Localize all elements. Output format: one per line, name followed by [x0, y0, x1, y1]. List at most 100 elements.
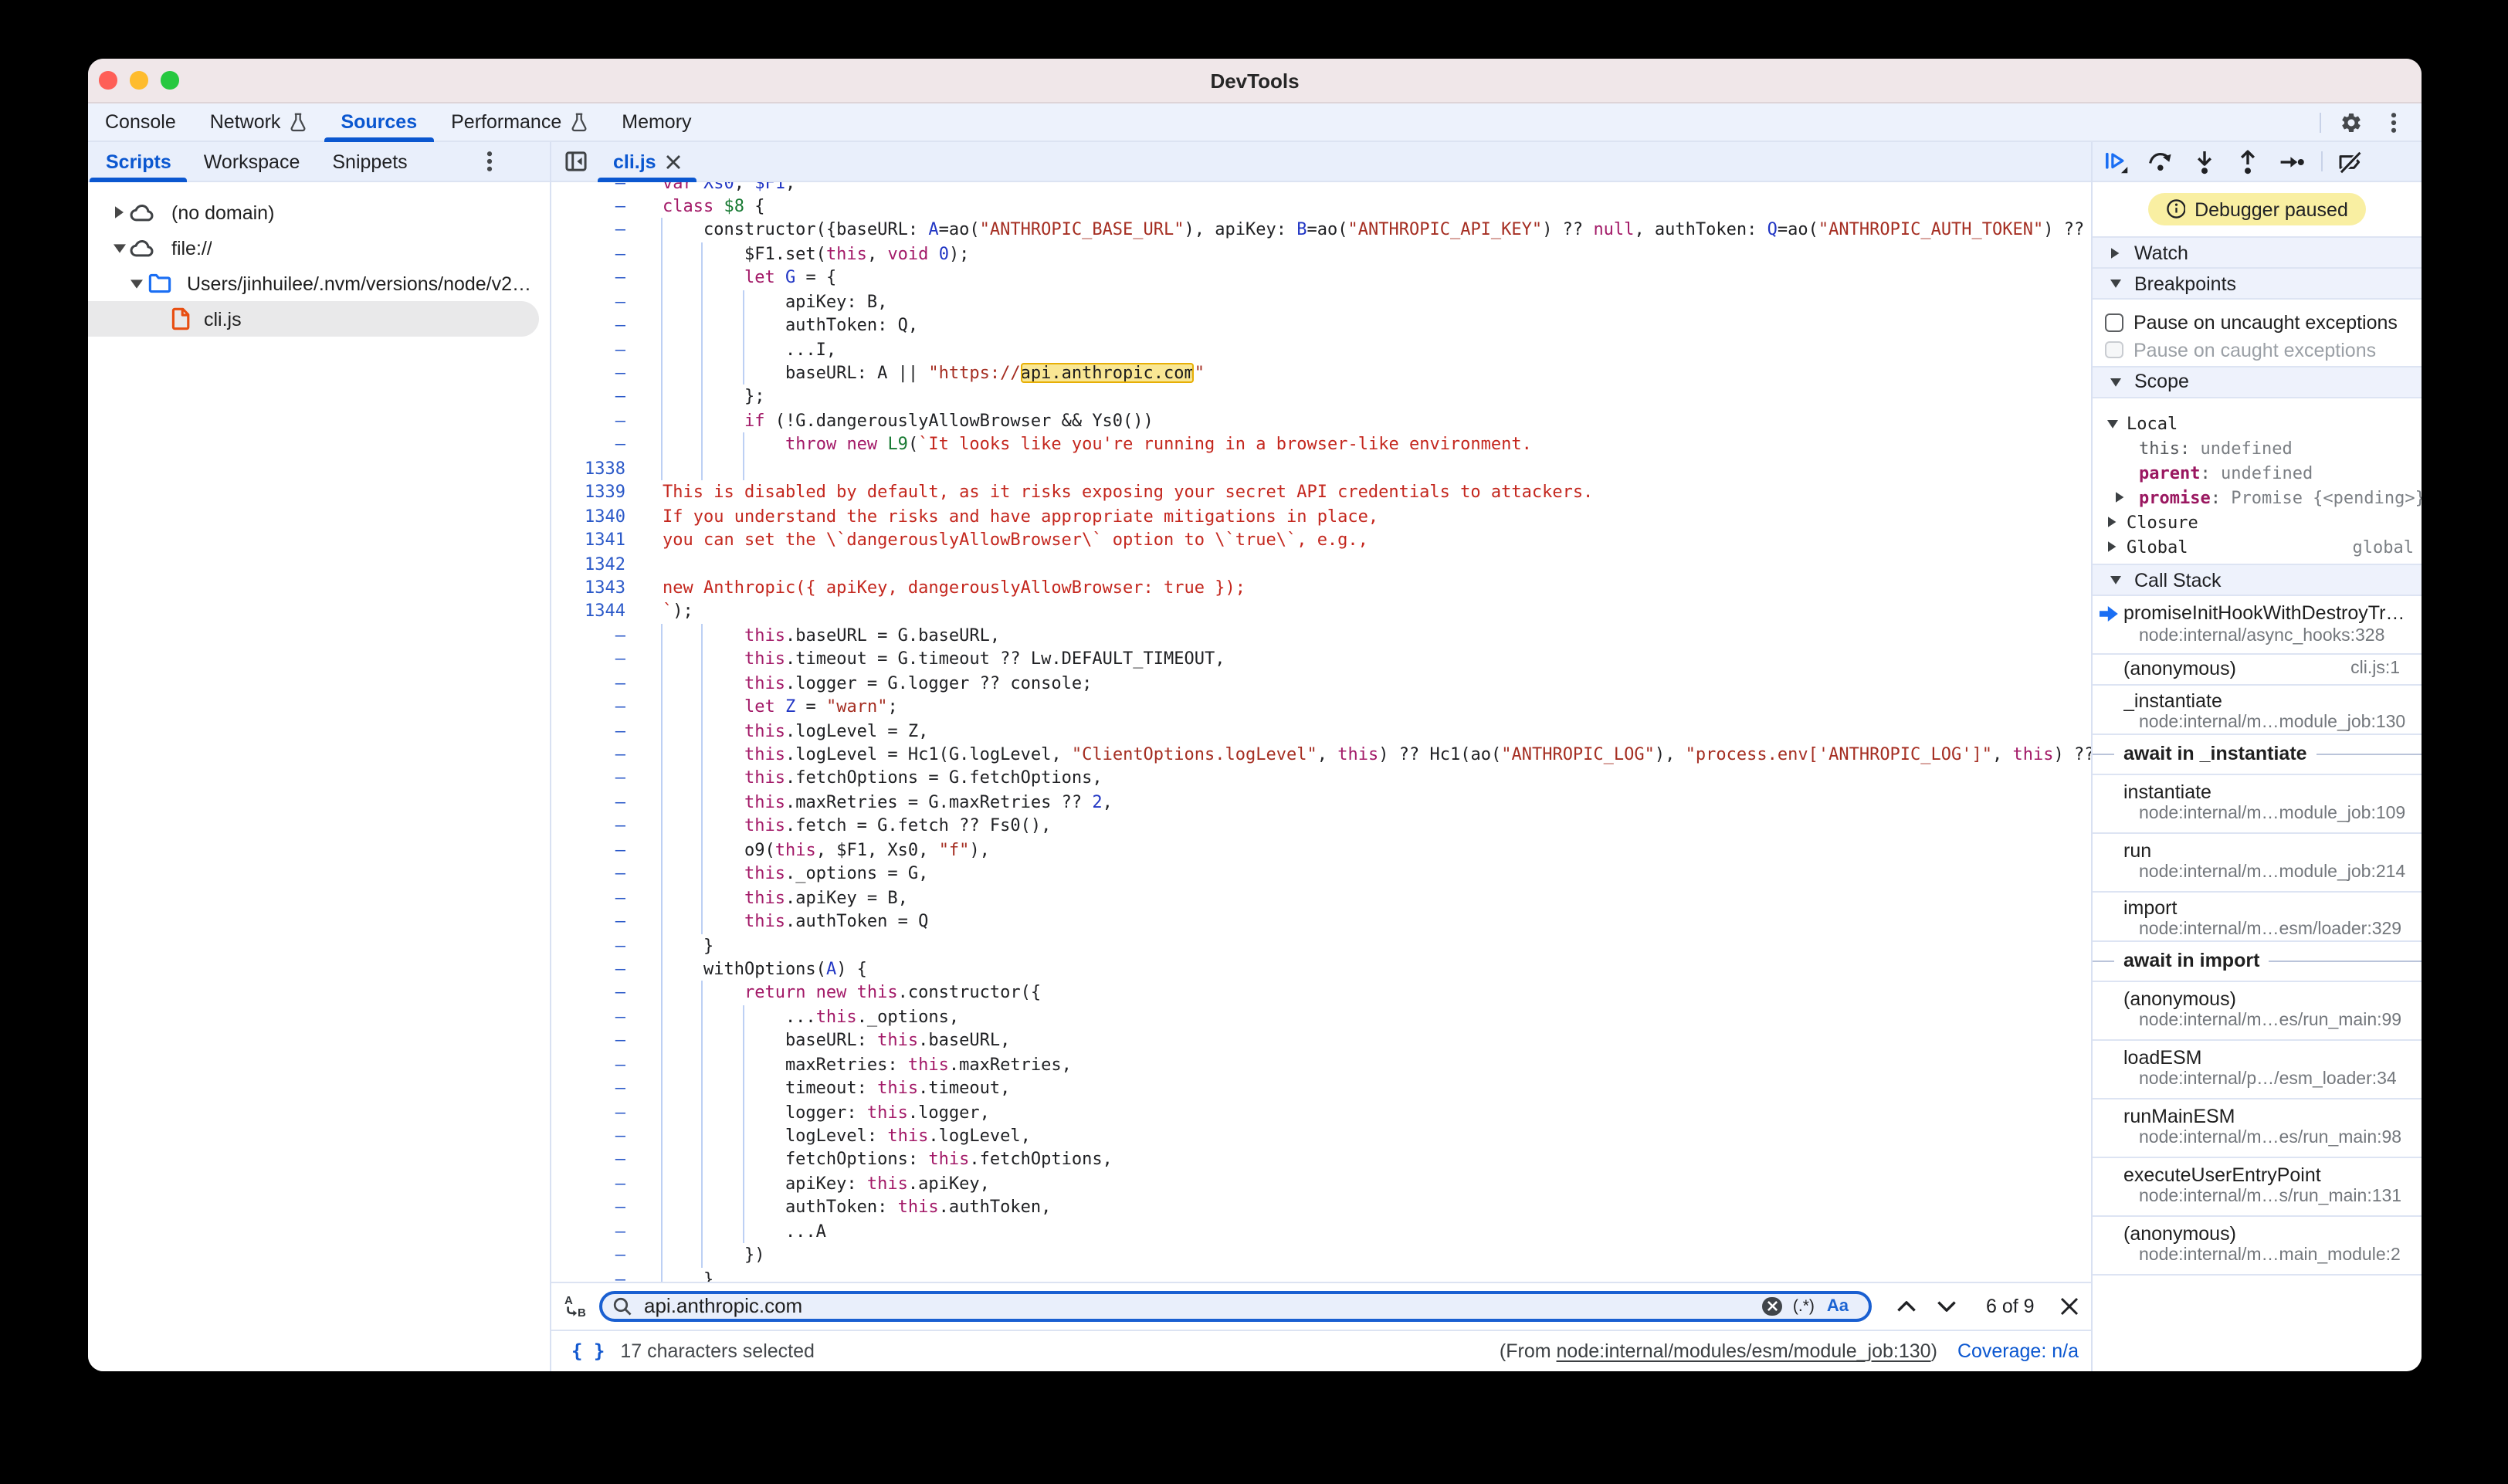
line-number[interactable]: –: [551, 671, 625, 695]
call-stack-frame[interactable]: runMainESMnode:internal/m…es/run_main:98: [2093, 1099, 2422, 1157]
line-number[interactable]: –: [551, 815, 625, 839]
call-stack-frame[interactable]: instantiatenode:internal/m…module_job:10…: [2093, 774, 2422, 833]
line-number[interactable]: –: [551, 767, 625, 791]
line-number[interactable]: –: [551, 1029, 625, 1053]
line-number[interactable]: –: [551, 624, 625, 648]
scope-group-closure[interactable]: Closure: [2093, 510, 2422, 534]
line-number[interactable]: –: [551, 719, 625, 743]
line-number[interactable]: 1344: [551, 600, 625, 624]
tree-collapse-arrow-icon[interactable]: [2102, 540, 2122, 553]
replace-toggle-icon[interactable]: AB: [564, 1294, 588, 1319]
step-into-icon[interactable]: [2191, 149, 2216, 174]
line-number[interactable]: –: [551, 361, 625, 385]
line-number[interactable]: –: [551, 695, 625, 719]
tab-console[interactable]: Console: [88, 103, 193, 141]
line-number[interactable]: –: [551, 1267, 625, 1281]
line-number[interactable]: –: [551, 313, 625, 337]
call-stack-frame[interactable]: executeUserEntryPointnode:internal/m…s/r…: [2093, 1157, 2422, 1216]
line-number[interactable]: –: [551, 385, 625, 409]
tree-expand-arrow-icon[interactable]: [2102, 418, 2122, 429]
settings-gear-icon[interactable]: [2340, 110, 2363, 134]
resume-script-icon[interactable]: [2103, 149, 2128, 174]
tree-expand-arrow-icon[interactable]: [108, 242, 130, 254]
line-number[interactable]: –: [551, 933, 625, 957]
section-call-stack[interactable]: Call Stack: [2093, 564, 2422, 596]
call-stack-frame[interactable]: (anonymous)node:internal/m…es/run_main:9…: [2093, 981, 2422, 1040]
line-number[interactable]: –: [551, 290, 625, 313]
tree-collapse-arrow-icon[interactable]: [2102, 516, 2122, 528]
checkbox-box[interactable]: [2105, 341, 2123, 359]
line-number[interactable]: –: [551, 1243, 625, 1267]
line-number[interactable]: –: [551, 182, 625, 195]
line-number[interactable]: –: [551, 1124, 625, 1148]
step-icon[interactable]: [2279, 149, 2304, 174]
navigator-more-icon[interactable]: [479, 142, 500, 181]
line-number[interactable]: –: [551, 1220, 625, 1244]
line-number[interactable]: –: [551, 409, 625, 433]
tree-collapse-arrow-icon[interactable]: [108, 205, 130, 219]
section-watch[interactable]: Watch: [2093, 236, 2422, 269]
source-mapped-from-link[interactable]: node:internal/modules/esm/module_job:130: [1557, 1340, 1931, 1362]
tab-cli-js[interactable]: cli.js: [598, 142, 696, 181]
line-number[interactable]: –: [551, 957, 625, 981]
search-value[interactable]: api.anthropic.com: [644, 1295, 802, 1318]
call-stack-frame[interactable]: (anonymous)node:internal/m…main_module:2: [2093, 1216, 2422, 1275]
line-number[interactable]: –: [551, 1172, 625, 1196]
checkbox-pause-on-caught-exceptions[interactable]: Pause on caught exceptions: [2093, 337, 2422, 364]
line-number[interactable]: –: [551, 195, 625, 219]
line-number[interactable]: –: [551, 1052, 625, 1076]
source-editor[interactable]: –var Xs0, $F1;–class $8 {– constructor({…: [551, 182, 2091, 1281]
close-search-icon[interactable]: [2061, 1297, 2079, 1316]
navigator-tab-scripts[interactable]: Scripts: [90, 142, 188, 181]
section-breakpoints[interactable]: Breakpoints: [2093, 267, 2422, 300]
call-stack-frame[interactable]: runnode:internal/m…module_job:214: [2093, 833, 2422, 892]
line-number[interactable]: –: [551, 1148, 625, 1172]
hide-navigator-icon[interactable]: [565, 151, 587, 171]
navigator-tab-snippets[interactable]: Snippets: [316, 142, 423, 181]
search-input[interactable]: api.anthropic.com (.*) Aa: [599, 1291, 1872, 1322]
line-number[interactable]: 1343: [551, 576, 625, 600]
line-number[interactable]: –: [551, 743, 625, 767]
line-number[interactable]: –: [551, 266, 625, 290]
line-number[interactable]: –: [551, 242, 625, 266]
step-out-icon[interactable]: [2235, 149, 2260, 174]
scope-group-global[interactable]: Globalglobal: [2093, 534, 2422, 559]
window-titlebar[interactable]: DevTools: [88, 59, 2422, 103]
tree-item--no-domain-[interactable]: (no domain): [88, 195, 550, 230]
line-number[interactable]: –: [551, 1100, 625, 1124]
line-number[interactable]: –: [551, 981, 625, 1005]
call-stack-frame[interactable]: loadESMnode:internal/p…/esm_loader:34: [2093, 1040, 2422, 1099]
match-case-toggle[interactable]: Aa: [1827, 1297, 1849, 1316]
scope-group-local[interactable]: Local: [2093, 411, 2422, 435]
tree-item-users-jinhuilee-nvm-versions-node-v2-[interactable]: Users/jinhuilee/.nvm/versions/node/v2…: [88, 266, 550, 301]
step-over-icon[interactable]: [2147, 149, 2172, 174]
line-number[interactable]: –: [551, 886, 625, 910]
line-number[interactable]: –: [551, 1005, 625, 1029]
regex-toggle[interactable]: (.*): [1793, 1297, 1815, 1316]
checkbox-box[interactable]: [2105, 313, 2123, 331]
tree-item-file-[interactable]: file://: [88, 230, 550, 266]
tree-collapse-arrow-icon[interactable]: [2110, 491, 2130, 503]
tab-sources[interactable]: Sources: [324, 103, 434, 141]
line-number[interactable]: –: [551, 1076, 625, 1100]
line-number[interactable]: –: [551, 219, 625, 242]
tree-expand-arrow-icon[interactable]: [125, 277, 147, 290]
tree-item-cli-js[interactable]: cli.js: [88, 301, 539, 337]
call-stack-frame[interactable]: (anonymous)cli.js:1: [2093, 655, 2422, 685]
line-number[interactable]: –: [551, 648, 625, 672]
search-previous-icon[interactable]: [1896, 1300, 1917, 1313]
line-number[interactable]: –: [551, 433, 625, 457]
scope-var-this[interactable]: this: undefined: [2093, 435, 2422, 460]
zoom-window-button[interactable]: [161, 71, 178, 89]
line-number[interactable]: 1338: [551, 457, 625, 481]
line-number[interactable]: –: [551, 862, 625, 886]
line-number[interactable]: –: [551, 839, 625, 862]
clear-search-icon[interactable]: [1763, 1296, 1782, 1316]
navigator-tab-workspace[interactable]: Workspace: [188, 142, 317, 181]
line-number[interactable]: –: [551, 910, 625, 933]
checkbox-pause-on-uncaught-exceptions[interactable]: Pause on uncaught exceptions: [2093, 309, 2422, 337]
scope-var-promise[interactable]: promise: Promise {<pending>}: [2093, 485, 2422, 510]
tab-network[interactable]: Network: [193, 103, 324, 141]
line-number[interactable]: 1341: [551, 528, 625, 552]
call-stack-frame[interactable]: importnode:internal/m…esm/loader:329: [2093, 892, 2422, 942]
